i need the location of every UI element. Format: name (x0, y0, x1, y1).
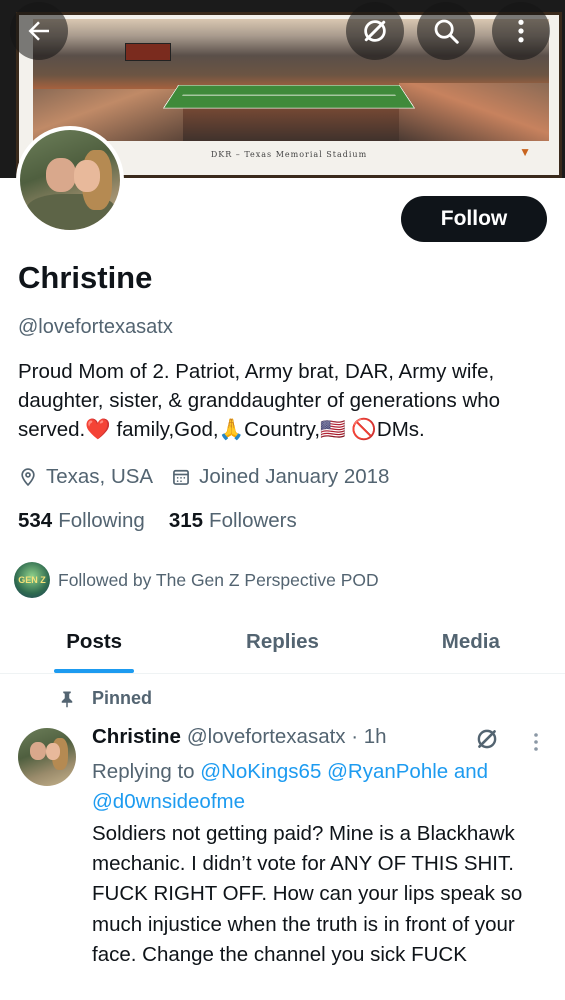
profile-meta: Texas, USA Joined January 2018 (18, 462, 407, 492)
us-flag-emoji: 🇺🇸 (320, 418, 346, 441)
profile-avatar[interactable] (16, 126, 124, 234)
tab-media[interactable]: Media (377, 612, 565, 673)
more-options-button[interactable] (492, 2, 550, 60)
location: Texas, USA (18, 465, 153, 489)
mention-link[interactable]: @d0wnsideofme (92, 790, 245, 813)
back-arrow-icon (28, 21, 49, 41)
followed-by-avatar: GEN Z (14, 562, 50, 598)
joined-date: Joined January 2018 (171, 465, 389, 489)
following-link[interactable]: 534 Following (18, 509, 145, 533)
grok-icon[interactable] (474, 726, 500, 752)
search-button[interactable] (417, 2, 475, 60)
profile-tabs: Posts Replies Media (0, 612, 565, 674)
football-field (162, 84, 416, 109)
pinned-indicator: Pinned (58, 688, 152, 709)
profile-name: Christine (18, 260, 153, 295)
post-text: Soldiers not getting paid? Mine is a Bla… (92, 822, 523, 966)
calendar-icon (171, 467, 191, 487)
followed-by[interactable]: GEN Z Followed by The Gen Z Perspective … (14, 562, 379, 598)
tab-posts[interactable]: Posts (0, 612, 188, 673)
followers-link[interactable]: 315 Followers (169, 509, 297, 533)
profile-bio: Proud Mom of 2. Patriot, Army brat, DAR,… (18, 360, 501, 441)
more-vertical-icon[interactable] (528, 730, 544, 754)
no-entry-emoji: 🚫 (351, 418, 377, 441)
grok-icon (364, 20, 386, 42)
post-author-handle[interactable]: @lovefortexasatx · 1h (187, 725, 387, 749)
post-author-name[interactable]: Christine (92, 725, 181, 749)
profile-handle: @lovefortexasatx (18, 316, 173, 338)
post-header: Christine @lovefortexasatx · 1h (92, 725, 387, 749)
pray-emoji: 🙏 (218, 418, 245, 441)
mention-link[interactable]: @NoKings65 (200, 760, 321, 783)
back-button[interactable] (10, 2, 68, 60)
follow-counts: 534 Following 315 Followers (18, 509, 321, 533)
more-vertical-icon (518, 19, 524, 43)
heart-emoji: ❤️ (85, 418, 111, 441)
mention-link[interactable]: @RyanPohle (327, 760, 448, 783)
post-author-avatar[interactable] (18, 728, 76, 786)
follow-button[interactable]: Follow (401, 196, 547, 242)
location-pin-icon (18, 467, 38, 487)
pin-icon (61, 691, 73, 707)
tab-replies[interactable]: Replies (188, 612, 376, 673)
longhorn-logo-icon: ▼ (519, 145, 531, 159)
grok-button[interactable] (346, 2, 404, 60)
replying-to: Replying to @NoKings65 @RyanPohle and @d… (92, 760, 489, 813)
search-icon (434, 19, 459, 44)
